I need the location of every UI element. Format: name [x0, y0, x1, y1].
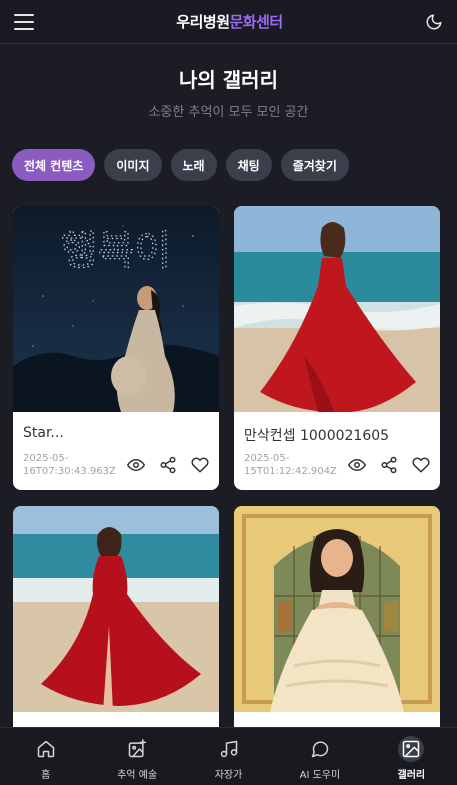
nav-ai-assistant[interactable]: AI 도우미 [274, 728, 365, 785]
share-icon[interactable] [380, 456, 398, 474]
share-icon[interactable] [159, 456, 177, 474]
menu-icon[interactable] [14, 13, 34, 30]
card-caption: Star... [23, 425, 64, 441]
tab-songs[interactable]: 노래 [170, 149, 217, 181]
heart-icon[interactable] [412, 456, 430, 474]
nav-label: 갤러리 [397, 770, 426, 781]
page-title: 나의 갤러리 [179, 68, 278, 92]
gallery-card[interactable]: 행복이 Star... 2025-05-16T07:30:43.963Z [13, 206, 219, 490]
gallery-icon [398, 736, 425, 762]
nav-memory-art[interactable]: 추억 예술 [91, 728, 182, 785]
tab-chat[interactable]: 채팅 [225, 149, 272, 181]
card-date: 2025-05-16T07:30:43.963Z [23, 453, 116, 477]
nav-label: 자장가 [214, 770, 243, 781]
filter-tabs: 전체 컨텐츠 이미지 노래 채팅 즐겨찾기 [12, 149, 349, 181]
nav-label: AI 도우미 [299, 770, 341, 781]
sparkle-text: 행복이 [61, 228, 171, 274]
nav-label: 추억 예술 [117, 770, 158, 781]
card-caption: 만삭컨셉 1000021605 [244, 428, 390, 444]
music-icon [216, 736, 242, 762]
gallery-image[interactable]: 행복이 [13, 206, 219, 412]
tab-all-content[interactable]: 전체 컨텐츠 [12, 149, 96, 181]
nav-home[interactable]: 홈 [0, 728, 91, 785]
nav-lullaby[interactable]: 자장가 [183, 728, 274, 785]
view-eye-icon[interactable] [127, 456, 145, 474]
view-eye-icon[interactable] [348, 456, 366, 474]
image-plus-icon [124, 736, 150, 762]
top-header: 우리병원문화센터 [0, 0, 457, 44]
chat-bubble-icon [307, 736, 333, 762]
dark-mode-moon-icon[interactable] [425, 13, 443, 31]
brand-part2: 문화센터 [229, 13, 284, 31]
gallery-image[interactable] [13, 506, 219, 712]
tab-images[interactable]: 이미지 [104, 149, 162, 181]
gallery-image[interactable] [234, 206, 440, 412]
brand-part1: 우리병원 [176, 13, 230, 31]
nav-gallery[interactable]: 갤러리 [366, 728, 457, 785]
nav-label: 홈 [41, 770, 51, 781]
gallery-image[interactable] [234, 506, 440, 712]
card-date: 2025-05-15T01:12:42.904Z [244, 453, 337, 477]
gallery-card[interactable]: 만삭컨셉 1000021605 2025-05-15T01:12:42.904Z [234, 206, 440, 490]
tab-favorites[interactable]: 즐겨찾기 [280, 149, 349, 181]
brand-title[interactable]: 우리병원문화센터 [176, 11, 284, 32]
heart-icon[interactable] [191, 456, 209, 474]
page-subtitle: 소중한 추억이 모두 모인 공간 [148, 105, 309, 120]
gallery-card[interactable] [234, 506, 440, 746]
home-icon [33, 736, 59, 762]
bottom-navigation: 홈 추억 예술 자장가 AI 도우미 갤러리 [0, 727, 457, 785]
gallery-card[interactable] [13, 506, 219, 746]
